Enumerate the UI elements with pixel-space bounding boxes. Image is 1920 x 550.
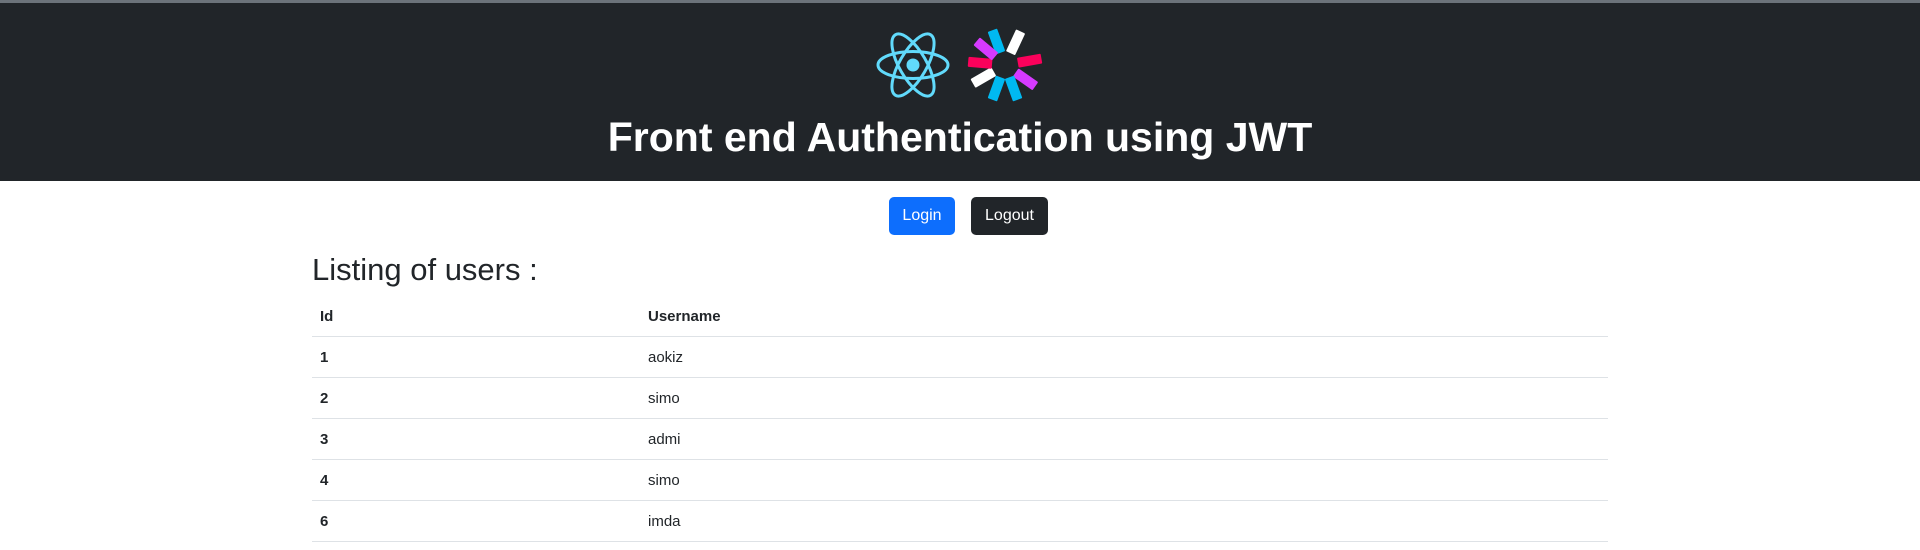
user-id-cell: 6 — [312, 500, 640, 542]
table-row: 1 aokiz — [312, 336, 1608, 378]
username-cell: aokiz — [640, 336, 1608, 378]
page-title: Front end Authentication using JWT — [607, 114, 1313, 160]
username-cell: simo — [640, 377, 1608, 419]
users-table: Id Username 1 aokiz 2 simo 3 admi 4 simo… — [312, 296, 1608, 542]
user-id-cell: 3 — [312, 418, 640, 460]
jwt-logo-icon — [967, 28, 1043, 102]
table-row: 2 simo — [312, 377, 1608, 419]
user-id-cell: 4 — [312, 459, 640, 501]
login-button[interactable]: Login — [889, 197, 955, 235]
username-cell: admi — [640, 418, 1608, 460]
table-row: 4 simo — [312, 459, 1608, 501]
page-header: Front end Authentication using JWT — [0, 3, 1920, 181]
column-header-id: Id — [312, 296, 640, 337]
table-header-row: Id Username — [312, 296, 1608, 337]
user-id-cell: 1 — [312, 336, 640, 378]
table-row: 6 imda — [312, 500, 1608, 542]
username-cell: simo — [640, 459, 1608, 501]
section-title: Listing of users : — [312, 252, 538, 287]
user-id-cell: 2 — [312, 377, 640, 419]
column-header-username: Username — [640, 296, 1608, 337]
react-logo-icon — [876, 32, 950, 98]
logo-group — [875, 27, 1045, 103]
username-cell: imda — [640, 500, 1608, 542]
table-row: 3 admi — [312, 418, 1608, 460]
logout-button[interactable]: Logout — [971, 197, 1048, 235]
